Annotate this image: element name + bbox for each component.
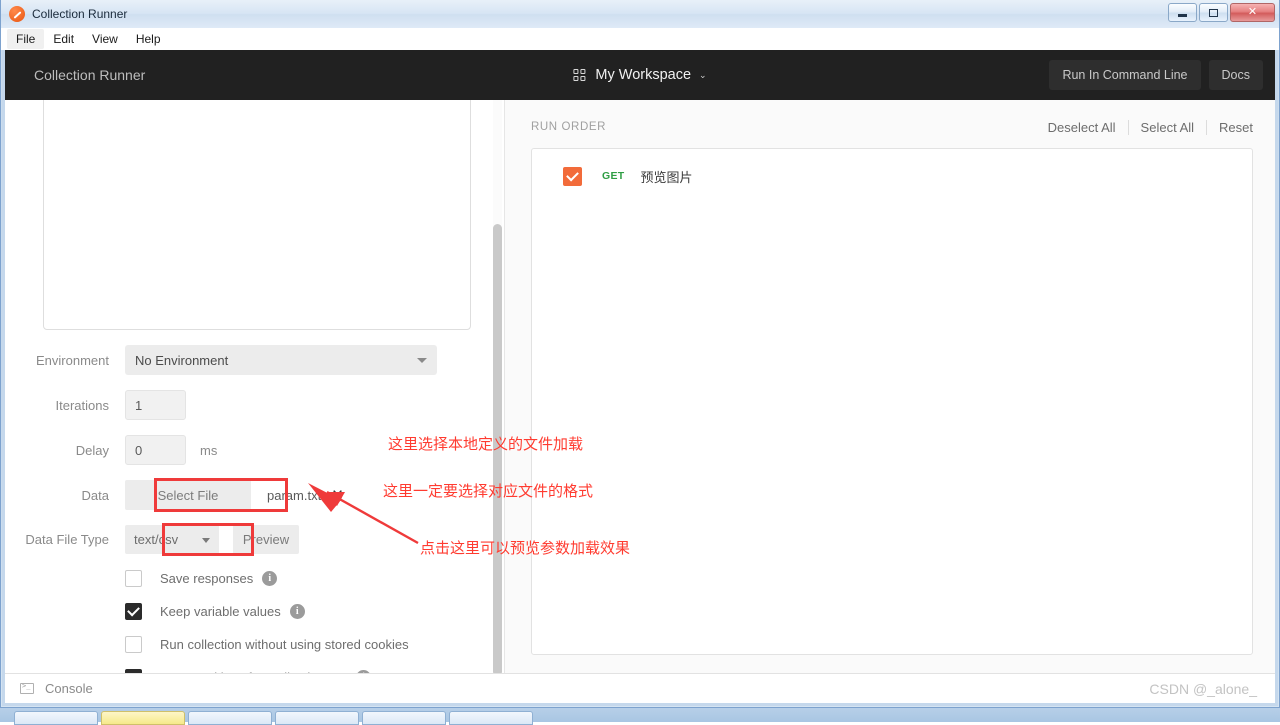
info-icon[interactable]: i <box>290 604 305 619</box>
option-save-responses[interactable]: Save responses i <box>125 570 277 587</box>
run-settings-pane: Environment No Environment Iterations 1 … <box>5 100 505 673</box>
request-checkbox[interactable] <box>563 167 582 186</box>
chevron-down-icon: ⌄ <box>699 70 707 81</box>
environment-label: Environment <box>5 353 125 368</box>
postman-icon <box>9 6 25 22</box>
preview-button[interactable]: Preview <box>233 525 299 554</box>
scrollbar-thumb[interactable] <box>493 224 502 673</box>
delay-label: Delay <box>5 443 125 458</box>
menu-bar: File Edit View Help <box>1 28 1279 50</box>
data-row: Data Select File param.txt ✕ <box>5 480 344 510</box>
run-order-title: RUN ORDER <box>531 121 606 133</box>
console-icon <box>20 683 34 694</box>
environment-value: No Environment <box>135 353 228 368</box>
app-footer: Console CSDN @_alone_ <box>5 673 1275 703</box>
window-titlebar: Collection Runner ✕ <box>1 0 1279 28</box>
minimize-icon <box>1178 14 1187 17</box>
chevron-down-icon <box>202 538 210 543</box>
request-name: 预览图片 <box>641 167 693 186</box>
data-file-type-select[interactable]: text/csv <box>125 525 219 554</box>
left-pane-scrollbar[interactable] <box>493 100 502 673</box>
close-button[interactable]: ✕ <box>1230 3 1275 22</box>
option-label: Save responses <box>160 571 253 586</box>
menu-view[interactable]: View <box>83 29 127 49</box>
taskbar-button[interactable] <box>449 711 533 725</box>
client-area: Collection Runner My Workspace ⌄ Run In … <box>2 50 1278 706</box>
delay-unit: ms <box>200 443 217 458</box>
window-title: Collection Runner <box>32 7 127 21</box>
taskbar-button[interactable] <box>14 711 98 725</box>
option-label: Run collection without using stored cook… <box>160 637 409 652</box>
taskbar-button-active[interactable] <box>101 711 185 725</box>
request-method: GET <box>602 170 625 182</box>
iterations-input[interactable]: 1 <box>125 390 186 420</box>
taskbar-button[interactable] <box>362 711 446 725</box>
list-item[interactable]: GET 预览图片 <box>532 161 1252 191</box>
selected-file-name: param.txt <box>267 488 321 503</box>
workspace-selector[interactable]: My Workspace ⌄ <box>567 63 712 87</box>
menu-help[interactable]: Help <box>127 29 170 49</box>
checkbox[interactable] <box>125 570 142 587</box>
data-file-type-value: text/csv <box>134 532 178 547</box>
data-label: Data <box>5 488 125 503</box>
reset-button[interactable]: Reset <box>1207 120 1253 135</box>
close-icon: ✕ <box>1248 7 1257 18</box>
app-header: Collection Runner My Workspace ⌄ Run In … <box>5 50 1275 100</box>
option-run-without-stored-cookies[interactable]: Run collection without using stored cook… <box>125 636 409 653</box>
menu-edit[interactable]: Edit <box>44 29 83 49</box>
delay-input[interactable]: 0 <box>125 435 186 465</box>
workspace-label: My Workspace <box>595 67 691 83</box>
grid-icon <box>573 69 585 81</box>
menu-file[interactable]: File <box>7 29 44 49</box>
checkbox[interactable] <box>125 636 142 653</box>
docs-button[interactable]: Docs <box>1209 60 1263 90</box>
select-all-button[interactable]: Select All <box>1129 120 1206 135</box>
taskbar-button[interactable] <box>275 711 359 725</box>
window-controls: ✕ <box>1168 3 1275 22</box>
chevron-down-icon <box>417 358 427 363</box>
page-title: Collection Runner <box>34 67 145 83</box>
select-file-button[interactable]: Select File <box>125 480 251 510</box>
data-file-type-label: Data File Type <box>5 532 125 547</box>
iterations-label: Iterations <box>5 398 125 413</box>
run-order-toolbar: RUN ORDER Deselect All Select All Reset <box>531 114 1253 140</box>
watermark: CSDN @_alone_ <box>1149 681 1257 697</box>
option-keep-variable-values[interactable]: Keep variable values i <box>125 603 305 620</box>
deselect-all-button[interactable]: Deselect All <box>1036 120 1128 135</box>
clear-file-icon[interactable]: ✕ <box>331 488 344 503</box>
maximize-button[interactable] <box>1199 3 1228 22</box>
checkbox[interactable] <box>125 603 142 620</box>
iterations-row: Iterations 1 <box>5 390 186 420</box>
run-settings-scroll-content: Environment No Environment Iterations 1 … <box>5 100 504 673</box>
collection-summary-box <box>43 100 471 330</box>
maximize-icon <box>1209 9 1218 17</box>
info-icon[interactable]: i <box>262 571 277 586</box>
run-order-pane: RUN ORDER Deselect All Select All Reset … <box>505 100 1275 673</box>
app-body: Environment No Environment Iterations 1 … <box>5 100 1275 673</box>
run-order-actions: Deselect All Select All Reset <box>1036 120 1253 135</box>
run-order-list: GET 预览图片 <box>531 148 1253 655</box>
delay-row: Delay 0 ms <box>5 435 217 465</box>
console-label[interactable]: Console <box>45 681 93 696</box>
run-in-command-line-button[interactable]: Run In Command Line <box>1049 60 1200 90</box>
application-window: Collection Runner ✕ File Edit View Help … <box>0 0 1280 708</box>
minimize-button[interactable] <box>1168 3 1197 22</box>
header-actions: Run In Command Line Docs <box>1049 60 1263 90</box>
option-label: Keep variable values <box>160 604 281 619</box>
environment-select[interactable]: No Environment <box>125 345 437 375</box>
environment-row: Environment No Environment <box>5 345 437 375</box>
desktop-taskbar <box>0 708 1280 722</box>
data-file-type-row: Data File Type text/csv Preview <box>5 525 299 554</box>
taskbar-button[interactable] <box>188 711 272 725</box>
